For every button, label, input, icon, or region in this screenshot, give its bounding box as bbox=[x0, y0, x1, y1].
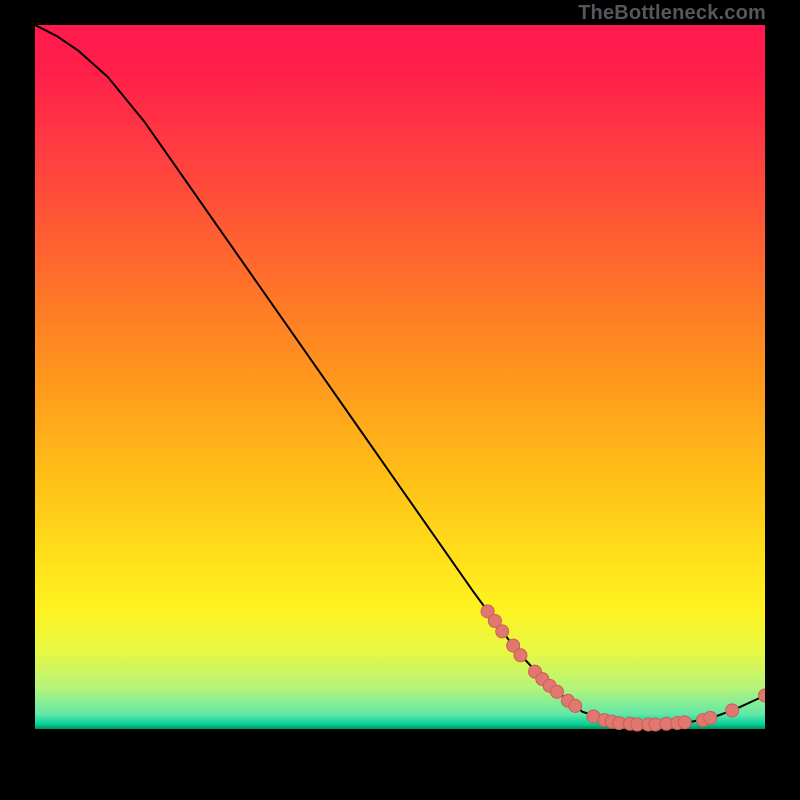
plot-area bbox=[35, 25, 765, 770]
chart-frame: TheBottleneck.com bbox=[0, 0, 800, 800]
watermark-text: TheBottleneck.com bbox=[578, 2, 766, 25]
